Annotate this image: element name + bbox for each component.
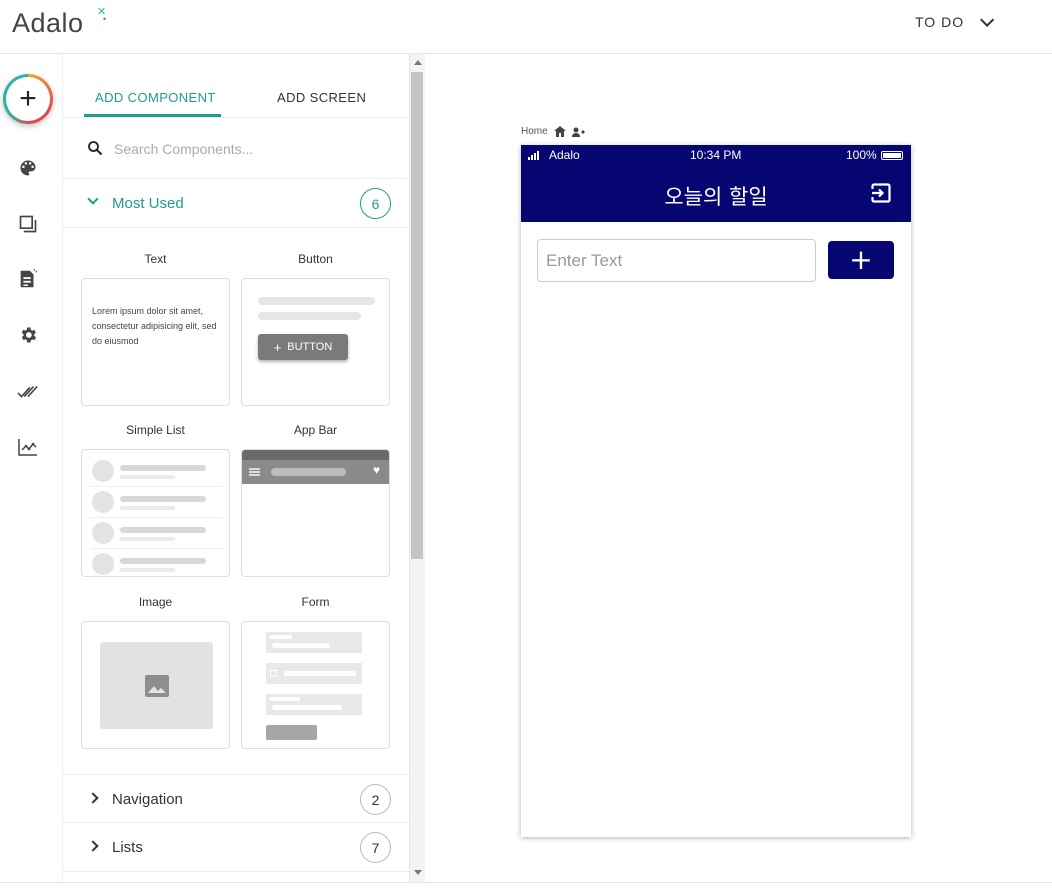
carrier-name: Adalo [549, 148, 580, 162]
component-card-text[interactable]: Lorem ipsum dolor sit amet, consectetur … [81, 278, 230, 406]
logout-icon[interactable] [871, 183, 891, 208]
palette-icon[interactable] [17, 157, 39, 179]
status-time: 10:34 PM [690, 148, 742, 162]
battery-icon [881, 151, 903, 160]
image-placeholder [100, 642, 213, 729]
component-label-button: Button [298, 252, 333, 266]
tab-add-component[interactable]: ADD COMPONENT [95, 90, 216, 105]
component-card-simple-list[interactable] [81, 449, 230, 577]
add-todo-button[interactable]: + [828, 241, 894, 279]
analytics-icon[interactable] [17, 436, 39, 458]
section-navigation[interactable]: Navigation 2 [63, 774, 409, 823]
section-count-badge: 7 [360, 832, 391, 863]
app-name: TO DO [915, 14, 965, 30]
component-label-text: Text [144, 252, 167, 266]
text-preview: Lorem ipsum dolor sit amet, consectetur … [92, 306, 217, 346]
add-panel-button[interactable]: + [3, 74, 53, 124]
component-label-app-bar: App Bar [293, 423, 338, 437]
todo-input-field[interactable] [538, 240, 815, 281]
signal-icon [528, 151, 539, 160]
scrollbar-thumb[interactable] [411, 72, 423, 559]
app-switcher[interactable]: TO DO [915, 12, 995, 30]
chevron-down-icon [980, 12, 995, 27]
chevron-right-icon [87, 840, 99, 852]
component-card-button[interactable]: + BUTTON [241, 278, 390, 406]
user-access-icon [571, 127, 585, 137]
heart-icon: ♥ [373, 463, 381, 477]
section-count-badge: 6 [360, 188, 391, 219]
preview-status [242, 450, 389, 460]
logo-dot-icon: • [103, 14, 107, 24]
screens-icon[interactable] [17, 213, 39, 235]
adalo-logo[interactable]: Adalo ✕ • [12, 6, 106, 39]
left-rail: + [0, 54, 63, 894]
preview-appbar: ♥ [242, 460, 389, 484]
plus-icon: + [273, 339, 282, 355]
section-count-badge: 2 [360, 784, 391, 815]
section-label: Most Used [112, 195, 184, 212]
active-tab-indicator [84, 114, 221, 117]
bottom-edge [0, 882, 1052, 894]
top-bar: Adalo ✕ • TO DO [0, 0, 1052, 54]
component-label-image: Image [138, 595, 173, 609]
add-panel: ADD COMPONENT ADD SCREEN Search Componen… [63, 54, 409, 882]
search-icon [87, 140, 103, 161]
preview-button: + BUTTON [258, 334, 348, 360]
gear-icon[interactable] [17, 324, 39, 346]
app-bar-title: 오늘의 할일 [664, 185, 768, 209]
scroll-down-icon[interactable] [414, 870, 422, 875]
panel-scrollbar[interactable] [409, 54, 425, 882]
section-label: Lists [112, 839, 143, 856]
publish-check-icon[interactable] [17, 381, 39, 403]
panel-tabs: ADD COMPONENT ADD SCREEN [63, 54, 409, 118]
todo-text-input[interactable] [537, 239, 816, 282]
preview-button-label: BUTTON [287, 341, 333, 353]
section-label: Navigation [112, 791, 183, 808]
component-card-form[interactable] [241, 621, 390, 749]
status-bar: Adalo 10:34 PM 100% [521, 145, 911, 165]
home-icon [553, 126, 566, 137]
phone-screen[interactable]: Adalo 10:34 PM 100% 오늘의 할일 + [521, 145, 911, 837]
preview-list [90, 456, 223, 576]
preview-line [258, 297, 375, 305]
component-card-image[interactable] [81, 621, 230, 749]
battery-percent: 100% [846, 148, 877, 162]
component-card-app-bar[interactable]: ♥ [241, 449, 390, 577]
preview-line [258, 312, 361, 320]
menu-icon [249, 468, 260, 476]
chevron-down-icon [87, 193, 99, 205]
tab-add-screen[interactable]: ADD SCREEN [277, 90, 366, 105]
screen-label[interactable]: Home [521, 126, 585, 137]
chevron-right-icon [87, 792, 99, 804]
component-search[interactable]: Search Components... [63, 118, 409, 179]
app-bar[interactable]: 오늘의 할일 [521, 165, 911, 222]
section-most-used[interactable]: Most Used 6 [63, 179, 409, 228]
add-icon: + [6, 77, 50, 121]
scroll-up-icon[interactable] [414, 60, 422, 65]
component-label-simple-list: Simple List [126, 423, 185, 437]
component-label-form: Form [301, 595, 330, 609]
logo-text: Adalo [12, 8, 84, 38]
database-icon[interactable] [17, 268, 39, 290]
search-input[interactable]: Search Components... [114, 141, 253, 157]
section-lists[interactable]: Lists 7 [63, 823, 409, 872]
screen-name: Home [521, 126, 548, 137]
image-icon [144, 674, 169, 697]
